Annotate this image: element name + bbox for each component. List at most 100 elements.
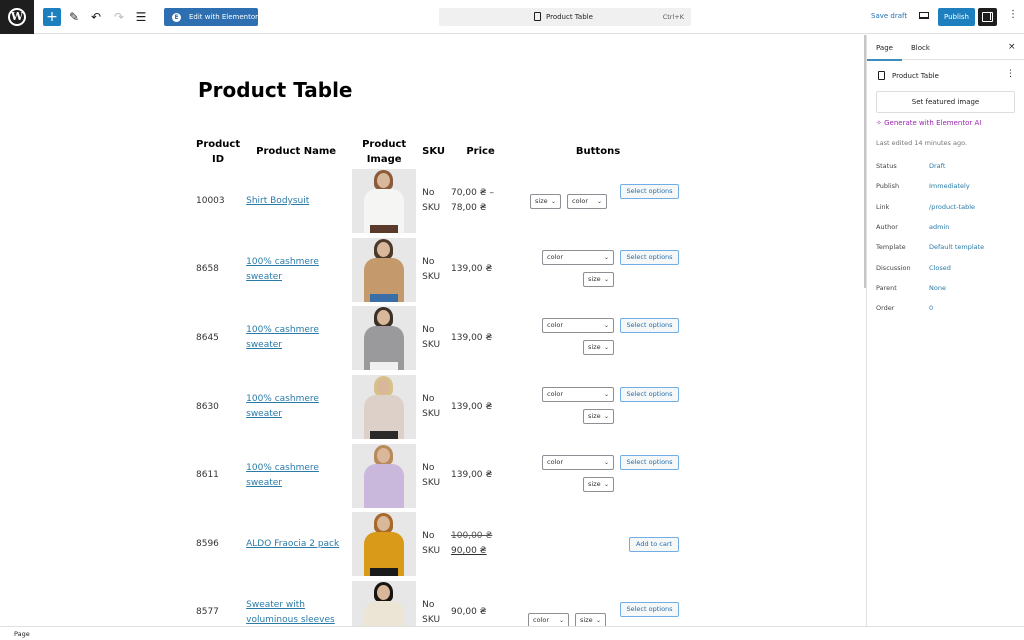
meta-row-author: Author admin xyxy=(876,223,949,231)
meta-label: Order xyxy=(876,304,895,313)
product-image[interactable] xyxy=(352,375,417,440)
price: 139,00 ₴ xyxy=(451,332,493,343)
variation-select-size[interactable]: size ⌄ xyxy=(583,477,615,493)
header-product-name: Product Name xyxy=(256,146,337,157)
tools-button[interactable]: ✎ xyxy=(67,8,81,26)
command-palette-button[interactable]: Product Table Ctrl+K xyxy=(439,8,691,26)
meta-value-link[interactable]: Immediately xyxy=(929,182,970,190)
meta-value-link[interactable]: /product-table xyxy=(929,203,975,211)
add-to-cart-button[interactable]: Add to cart xyxy=(629,536,680,552)
product-buttons: Add to cart xyxy=(516,510,680,579)
meta-value-link[interactable]: Default template xyxy=(929,243,984,251)
product-photo-face xyxy=(377,241,391,257)
generate-elementor-ai-link[interactable]: ✧ Generate with Elementor AI xyxy=(876,119,981,127)
product-id: 8577 xyxy=(196,607,219,618)
variation-select-color[interactable]: color ⌄ xyxy=(542,318,615,334)
product-name-link[interactable]: 100% cashmere sweater xyxy=(246,463,319,488)
sidebar-icon xyxy=(982,12,993,22)
meta-value-link[interactable]: None xyxy=(929,284,946,292)
product-id: 8611 xyxy=(196,470,219,481)
product-image[interactable] xyxy=(352,512,417,577)
product-image[interactable] xyxy=(352,306,417,371)
tab-block[interactable]: Block xyxy=(911,44,930,52)
wordpress-logo[interactable]: W xyxy=(0,0,34,34)
product-image[interactable] xyxy=(352,237,417,302)
variation-select-size[interactable]: size ⌄ xyxy=(583,271,615,287)
meta-value-link[interactable]: admin xyxy=(929,223,949,231)
product-image[interactable] xyxy=(352,169,417,234)
select-options-button[interactable]: Select options xyxy=(620,601,680,617)
select-options-button[interactable]: Select options xyxy=(620,455,680,471)
table-row: 8596 ALDO Fraocia 2 pack No SKU 100,00 ₴… xyxy=(193,510,683,579)
chevron-down-icon: ⌄ xyxy=(604,390,610,398)
product-image[interactable] xyxy=(352,580,417,626)
chevron-down-icon: ⌄ xyxy=(597,198,603,205)
product-sku: No SKU xyxy=(422,256,441,282)
select-options-button[interactable]: Select options xyxy=(620,184,680,199)
product-price: 139,00 ₴ xyxy=(448,236,513,305)
meta-value-link[interactable]: Draft xyxy=(929,162,945,170)
undo-button[interactable]: ↶ xyxy=(89,8,103,26)
variation-select-color[interactable]: color ⌄ xyxy=(567,194,608,209)
table-row: 8577 Sweater with voluminous sleeves No … xyxy=(193,579,683,626)
document-more-icon[interactable]: ⋮ xyxy=(1006,69,1015,79)
tab-page[interactable]: Page xyxy=(867,44,902,61)
publish-button[interactable]: Publish xyxy=(938,8,975,26)
chevron-down-icon: ⌄ xyxy=(559,616,565,624)
product-price: 70,00 ₴ – 78,00 ₴ xyxy=(448,167,513,236)
settings-sidebar: Page Block × Product Table ⋮ Set feature… xyxy=(866,35,1024,626)
variation-select-color[interactable]: color ⌄ xyxy=(542,455,615,471)
product-name-link[interactable]: 100% cashmere sweater xyxy=(246,257,319,282)
product-name-link[interactable]: Shirt Bodysuit xyxy=(246,196,309,206)
select-options-button[interactable]: Select options xyxy=(620,249,680,265)
chevron-down-icon: ⌄ xyxy=(604,275,610,283)
meta-value-link[interactable]: Closed xyxy=(929,264,951,272)
settings-toggle-button[interactable] xyxy=(978,8,997,26)
variation-select-size[interactable]: size ⌄ xyxy=(583,408,615,424)
product-sku: No SKU xyxy=(422,325,441,351)
meta-value-link[interactable]: 0 xyxy=(929,304,933,312)
close-icon[interactable]: × xyxy=(1008,42,1016,52)
edit-with-elementor-button[interactable]: E Edit with Elementor xyxy=(164,8,258,26)
set-featured-image-button[interactable]: Set featured image xyxy=(876,91,1015,113)
product-photo-garment xyxy=(364,600,405,626)
sale-price: 90,00 ₴ xyxy=(451,546,487,557)
product-name-link[interactable]: 100% cashmere sweater xyxy=(246,325,319,350)
page-title[interactable]: Product Table xyxy=(198,78,353,102)
product-name-link[interactable]: Sweater with voluminous sleeves xyxy=(246,600,335,625)
variation-select-color[interactable]: color ⌄ xyxy=(542,249,615,265)
header-product-id: Product ID xyxy=(196,138,241,165)
price: 139,00 ₴ xyxy=(451,264,493,275)
price: 90,00 ₴ xyxy=(451,607,487,618)
product-photo-bottom xyxy=(370,568,399,577)
product-image[interactable] xyxy=(352,443,417,508)
chevron-down-icon: ⌄ xyxy=(604,481,610,489)
select-options-button[interactable]: Select options xyxy=(620,386,680,402)
select-options-button[interactable]: Select options xyxy=(620,318,680,334)
add-block-button[interactable]: + xyxy=(43,8,61,26)
meta-row-order: Order 0 xyxy=(876,304,933,312)
variation-select-size[interactable]: size ⌄ xyxy=(575,612,607,626)
breadcrumb-page[interactable]: Page xyxy=(14,630,30,638)
variation-select-color[interactable]: color ⌄ xyxy=(542,386,615,402)
product-price: 139,00 ₴ xyxy=(448,441,513,510)
redo-button[interactable]: ↷ xyxy=(112,8,126,26)
wordpress-icon: W xyxy=(8,8,26,26)
variation-select-size[interactable]: size ⌄ xyxy=(530,194,562,209)
variation-select-size[interactable]: size ⌄ xyxy=(583,340,615,356)
save-draft-button[interactable]: Save draft xyxy=(871,12,907,20)
editor-canvas: Product Table Product ID Product Name Pr… xyxy=(0,35,865,626)
meta-row-publish: Publish Immediately xyxy=(876,182,970,190)
meta-row-parent: Parent None xyxy=(876,284,946,292)
product-buttons: size ⌄ color ⌄ Select options xyxy=(516,167,680,236)
product-name-link[interactable]: ALDO Fraocia 2 pack xyxy=(246,539,339,549)
variation-select-color[interactable]: color ⌄ xyxy=(528,612,570,626)
meta-label: Template xyxy=(876,243,906,252)
chevron-down-icon: ⌄ xyxy=(551,198,557,205)
preview-icon[interactable] xyxy=(919,12,929,19)
list-view-button[interactable]: ☰ xyxy=(134,8,148,26)
table-row: 8658 100% cashmere sweater No SKU 139,00… xyxy=(193,236,683,305)
more-options-icon[interactable]: ⋮ xyxy=(1008,9,1018,20)
price: 139,00 ₴ xyxy=(451,470,493,481)
product-name-link[interactable]: 100% cashmere sweater xyxy=(246,394,319,419)
